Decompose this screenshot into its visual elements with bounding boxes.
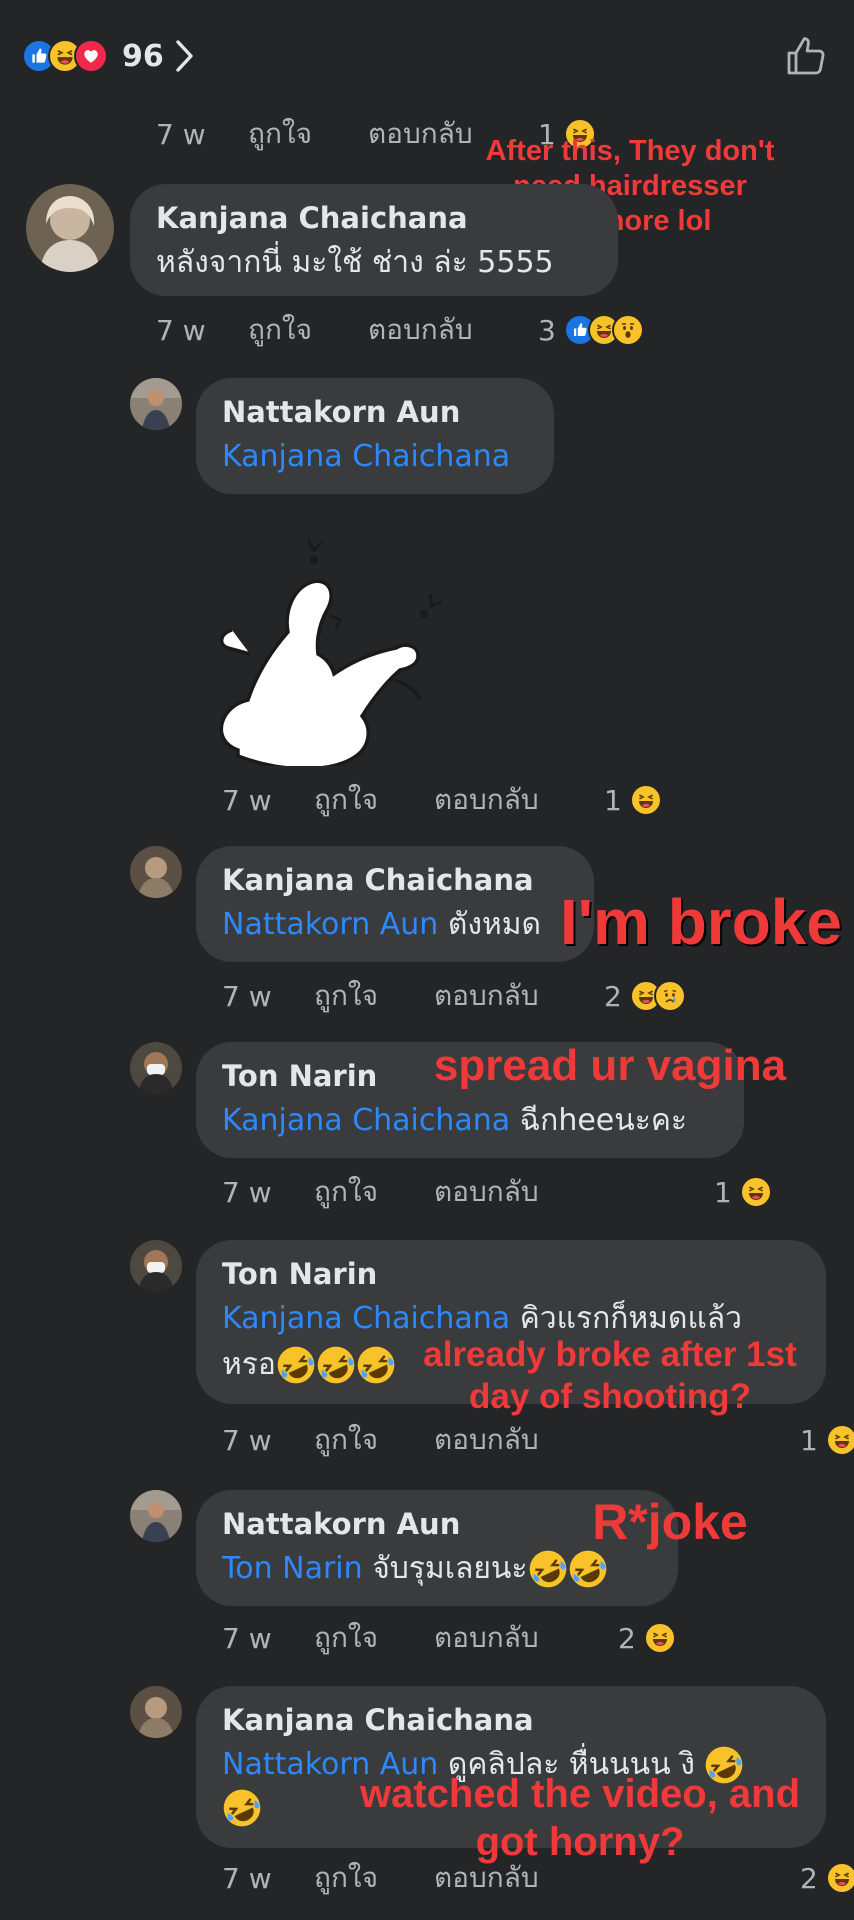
laughing-tears-emoji: [222, 1788, 262, 1828]
sad-reaction-icon: [653, 980, 686, 1012]
laughing-tears-emoji: [568, 1549, 608, 1589]
caption-spread: spread ur vagina: [433, 1041, 787, 1090]
reply-link[interactable]: ตอบกลับ: [434, 1616, 604, 1660]
haha-reaction-icon: [629, 784, 662, 816]
mention-link[interactable]: Kanjana Chaichana: [222, 439, 510, 474]
avatar[interactable]: [130, 846, 182, 898]
commenter-name[interactable]: Kanjana Chaichana: [222, 1698, 800, 1742]
comment-time: 7 w: [222, 979, 272, 1013]
comment-text: ฉีกheeนะคะ: [519, 1103, 688, 1138]
comment-text: หลังจากนี่ มะใช้ ช่าง ล่ะ 5555: [156, 245, 554, 280]
chicken-sticker: [219, 539, 443, 766]
comment-time: 7 w: [222, 1861, 272, 1895]
comment-time: 7 w: [222, 783, 272, 817]
comment-bubble[interactable]: Kanjana Chaichana หลังจากนี่ มะใช้ ช่าง …: [130, 184, 618, 296]
reply-link[interactable]: ตอบกลับ: [368, 308, 538, 352]
comment-reactions[interactable]: 3: [538, 314, 644, 347]
post-reactions-summary[interactable]: 96: [22, 34, 194, 78]
caption-horny: watched the video, and got horny?: [359, 1772, 801, 1864]
like-link[interactable]: ถูกใจ: [314, 778, 434, 822]
like-post-button[interactable]: [782, 32, 830, 84]
avatar[interactable]: [130, 378, 182, 430]
reply-link[interactable]: ตอบกลับ: [434, 974, 604, 1018]
comment-time: 7 w: [222, 1621, 272, 1655]
like-link[interactable]: ถูกใจ: [314, 1616, 434, 1660]
commenter-name[interactable]: Ton Narin: [222, 1252, 800, 1296]
comment-time: 7 w: [222, 1175, 272, 1209]
laughing-tears-emoji: [528, 1549, 568, 1589]
haha-reaction-icon: [739, 1176, 772, 1208]
laughing-tears-emoji: [356, 1345, 396, 1385]
like-link[interactable]: ถูกใจ: [248, 112, 368, 156]
chevron-right-icon[interactable]: [174, 39, 194, 73]
haha-reaction-icon: [825, 1424, 854, 1456]
commenter-name[interactable]: Kanjana Chaichana: [156, 196, 592, 240]
like-link[interactable]: ถูกใจ: [314, 1418, 434, 1462]
comment-actions: 7 w ถูกใจ ตอบกลับ 2: [222, 1616, 676, 1660]
wow-reaction-icon: [611, 314, 644, 346]
comment-reactions[interactable]: 2: [800, 1862, 854, 1895]
comment-text: ตังหมด: [447, 907, 542, 942]
comment-reactions[interactable]: 2: [618, 1622, 676, 1655]
comment-bubble[interactable]: Nattakorn Aun Kanjana Chaichana: [196, 378, 554, 494]
reply-link[interactable]: ตอบกลับ: [434, 1170, 604, 1214]
caption-already-broke: already broke after 1st day of shooting?: [423, 1335, 797, 1416]
love-reaction-icon: [74, 39, 108, 73]
mention-link[interactable]: Ton Narin: [222, 1546, 363, 1592]
avatar[interactable]: [130, 1042, 182, 1094]
comment-text: จับรุมเลยนะ: [372, 1551, 528, 1586]
avatar[interactable]: [26, 184, 114, 272]
mention-link[interactable]: Kanjana Chaichana: [222, 1103, 510, 1138]
comment-reactions[interactable]: 1: [604, 784, 662, 817]
comment-actions: 7 w ถูกใจ ตอบกลับ 3: [156, 308, 644, 352]
comment-text-continued: หรอ: [222, 1347, 276, 1382]
comment-time: 7 w: [156, 313, 206, 347]
thumbs-up-outline-icon: [787, 37, 825, 75]
like-link[interactable]: ถูกใจ: [248, 308, 368, 352]
like-link[interactable]: ถูกใจ: [314, 974, 434, 1018]
avatar[interactable]: [130, 1490, 182, 1542]
reply-link[interactable]: ตอบกลับ: [434, 1856, 604, 1900]
laughing-tears-emoji: [276, 1345, 316, 1385]
avatar[interactable]: [130, 1240, 182, 1292]
avatar[interactable]: [130, 1686, 182, 1738]
reply-link[interactable]: ตอบกลับ: [434, 1418, 604, 1462]
comment-actions: 7 w ถูกใจ ตอบกลับ 1: [222, 1418, 854, 1462]
comment-reactions[interactable]: 1: [800, 1424, 854, 1457]
mention-link[interactable]: Nattakorn Aun: [222, 907, 438, 942]
comment-actions: 7 w ถูกใจ ตอบกลับ 1: [222, 778, 662, 822]
laughing-tears-emoji: [316, 1345, 356, 1385]
like-link[interactable]: ถูกใจ: [314, 1170, 434, 1214]
caption-broke: I'm broke: [560, 886, 842, 958]
like-link[interactable]: ถูกใจ: [314, 1856, 434, 1900]
comment-bubble[interactable]: Kanjana Chaichana Nattakorn Aun ตังหมด: [196, 846, 594, 962]
comment-actions: 7 w ถูกใจ ตอบกลับ 1: [222, 1170, 772, 1214]
comment-text: คิวแรกก็หมดแล้ว: [519, 1301, 743, 1336]
haha-reaction-icon: [825, 1862, 854, 1894]
comment-time: 7 w: [222, 1423, 272, 1457]
caption-rjoke: R*joke: [592, 1494, 748, 1550]
reply-link[interactable]: ตอบกลับ: [434, 778, 604, 822]
haha-reaction-icon: [643, 1622, 676, 1654]
comment-actions: 7 w ถูกใจ ตอบกลับ 2: [222, 1856, 854, 1900]
comment-reactions[interactable]: 1: [714, 1176, 772, 1209]
comment-reactions[interactable]: 2: [604, 980, 686, 1013]
commenter-name[interactable]: Nattakorn Aun: [222, 390, 528, 434]
comment-time: 7 w: [156, 117, 206, 151]
commenter-name[interactable]: Kanjana Chaichana: [222, 858, 568, 902]
comment-actions: 7 w ถูกใจ ตอบกลับ 2: [222, 974, 686, 1018]
reaction-count: 96: [122, 38, 164, 74]
mention-link[interactable]: Kanjana Chaichana: [222, 1301, 510, 1336]
